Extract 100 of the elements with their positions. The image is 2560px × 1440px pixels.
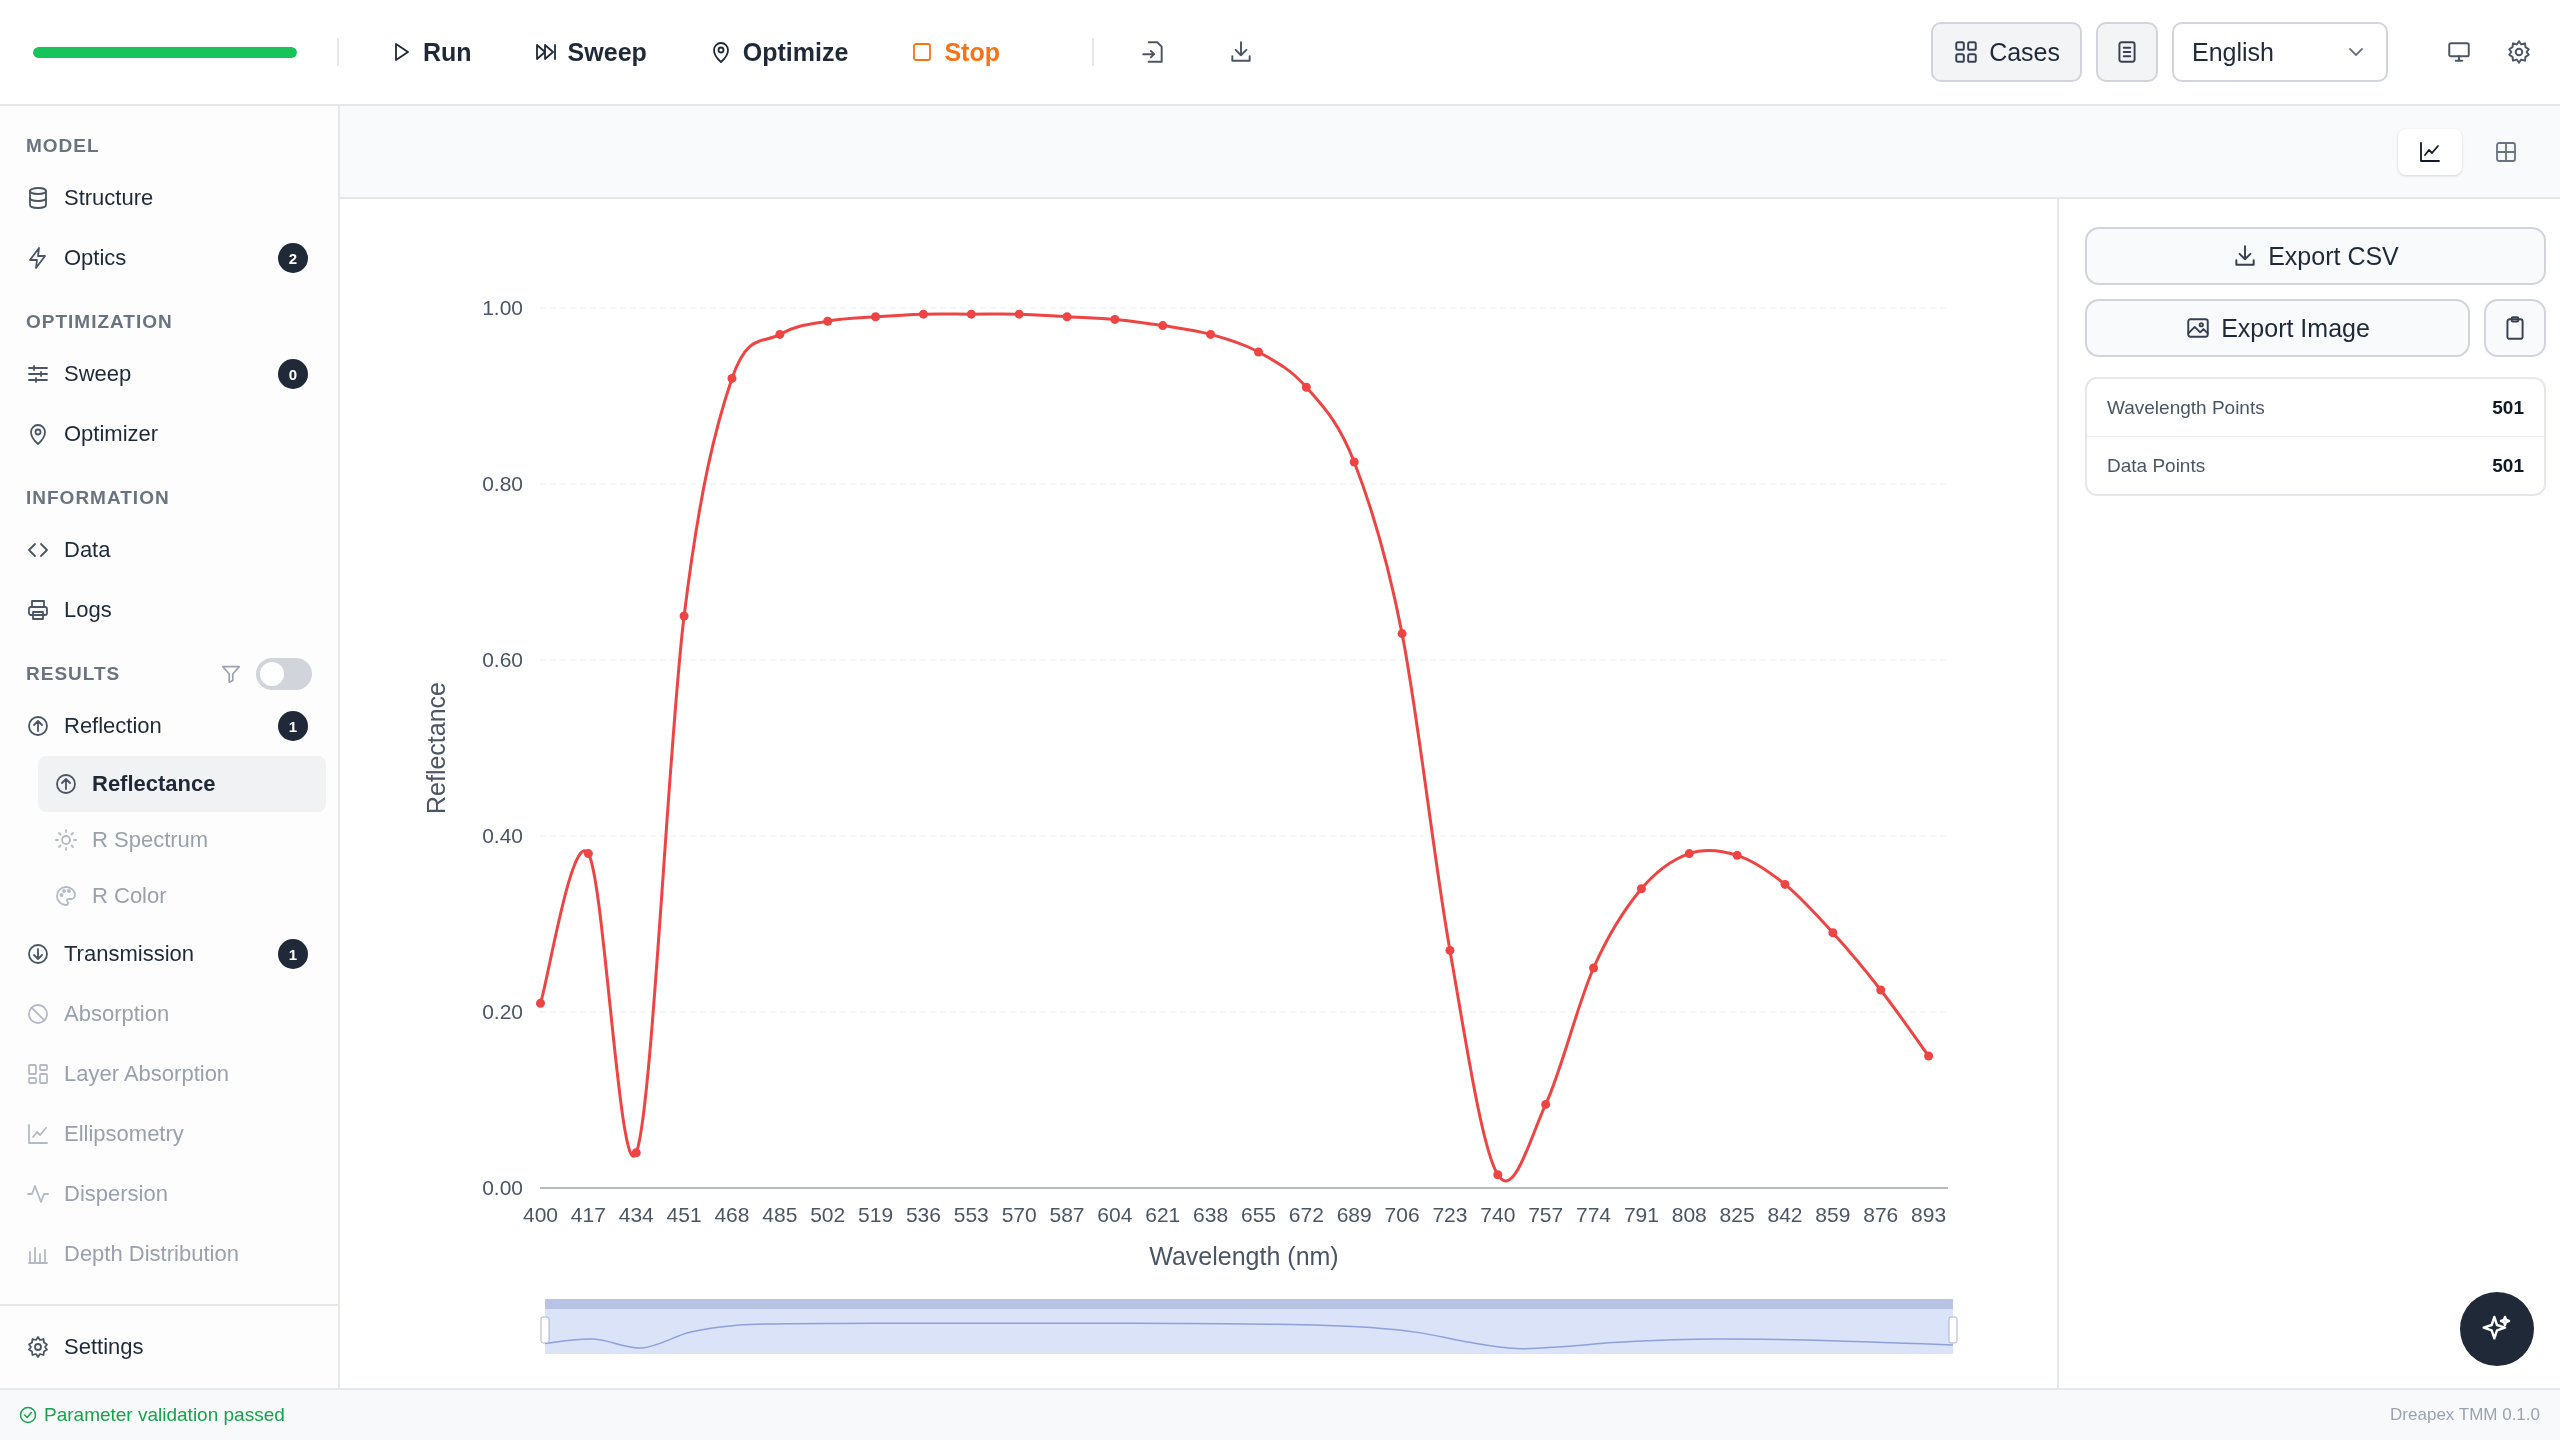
- stat-label: Data Points: [2107, 454, 2206, 477]
- data-point: [631, 1148, 641, 1158]
- data-point: [1397, 629, 1407, 639]
- axis-tick-label: 655: [1240, 1203, 1276, 1226]
- count-badge: 2: [278, 243, 308, 273]
- data-point: [1732, 850, 1742, 860]
- line-chart-icon: [2418, 139, 2442, 164]
- axis-tick-label: 757: [1528, 1203, 1564, 1226]
- axis-tick-label: 825: [1719, 1203, 1755, 1226]
- data-point: [727, 373, 737, 383]
- axis-tick-label: 842: [1767, 1203, 1803, 1226]
- axis-tick-label: 0.60: [482, 648, 523, 671]
- sidebar-item[interactable]: Structure: [0, 168, 338, 228]
- axis-tick-label: 400: [523, 1203, 558, 1226]
- check-circle-icon: [18, 1405, 38, 1425]
- run-button[interactable]: Run: [379, 29, 482, 75]
- axis-tick-label: 0.40: [482, 824, 523, 847]
- cases-button[interactable]: Cases: [1931, 22, 2082, 82]
- axis-tick-label: 808: [1671, 1203, 1707, 1226]
- sidebar-item[interactable]: Optimizer: [0, 404, 338, 464]
- axis-tick-label: 417: [570, 1203, 606, 1226]
- axis-tick-label: 519: [858, 1203, 894, 1226]
- sidebar-item[interactable]: Sweep 0: [0, 344, 338, 404]
- data-point: [1493, 1170, 1503, 1180]
- axis-title: Wavelength (nm): [1149, 1242, 1339, 1270]
- sliders-icon: [26, 362, 50, 386]
- stat-value: 501: [2492, 396, 2524, 419]
- data-point: [1924, 1051, 1934, 1061]
- count-badge: 0: [278, 359, 308, 389]
- axis-tick-label: 451: [666, 1203, 702, 1226]
- printer-icon: [26, 598, 50, 622]
- clipboard-button[interactable]: [2484, 299, 2546, 357]
- axis-tick-label: 723: [1432, 1203, 1468, 1226]
- status-message: Parameter validation passed: [44, 1404, 285, 1426]
- settings-icon: [2506, 39, 2532, 65]
- axis-tick-label: 859: [1815, 1203, 1851, 1226]
- chart-view-button[interactable]: [2398, 128, 2462, 175]
- axis-tick-label: 1.00: [482, 296, 523, 319]
- section-title: OPTIMIZATION: [26, 311, 173, 333]
- axis-tick-label: 553: [953, 1203, 989, 1226]
- arrow-down-circle-icon: [26, 942, 50, 966]
- axis-tick-label: 621: [1145, 1203, 1181, 1226]
- data-point: [1301, 382, 1311, 392]
- data-point: [1828, 928, 1838, 938]
- axis-tick-label: 485: [762, 1203, 798, 1226]
- data-point: [871, 312, 881, 322]
- data-point: [966, 309, 976, 319]
- data-point: [918, 309, 928, 319]
- data-point: [1062, 312, 1072, 322]
- export-image-button[interactable]: Export Image: [2085, 299, 2470, 357]
- axis-tick-label: 468: [714, 1203, 750, 1226]
- monitor-icon: [2446, 39, 2472, 65]
- data-point: [1445, 945, 1455, 955]
- arrow-up-circle-icon: [26, 714, 50, 738]
- axis-tick-label: 740: [1480, 1203, 1516, 1226]
- data-point: [1254, 347, 1263, 357]
- sidebar-item[interactable]: Optics 2: [0, 228, 338, 288]
- sidebar-item[interactable]: Logs: [0, 580, 338, 640]
- image-icon: [2185, 315, 2212, 341]
- export-csv-button[interactable]: Export CSV: [2085, 227, 2546, 285]
- grid-icon: [1953, 39, 1980, 65]
- sweep-button[interactable]: Sweep: [523, 29, 657, 75]
- arrow-up-circle-icon: [54, 772, 78, 796]
- axis-tick-label: 434: [618, 1203, 654, 1226]
- count-badge: 1: [278, 939, 308, 969]
- language-select[interactable]: English: [2172, 22, 2388, 82]
- data-point: [1349, 457, 1359, 467]
- sidebar-item[interactable]: Reflection 1: [0, 696, 338, 756]
- data-point: [679, 611, 689, 621]
- axis-tick-label: 893: [1911, 1203, 1947, 1226]
- axis-tick-label: 791: [1623, 1203, 1659, 1226]
- sidebar-item[interactable]: Reflectance: [38, 756, 326, 812]
- pulse-icon: [26, 1182, 50, 1206]
- axis-tick-label: 570: [1001, 1203, 1037, 1226]
- axis-tick-label: 876: [1863, 1203, 1899, 1226]
- data-point: [1110, 314, 1120, 324]
- range-slider[interactable]: [540, 1299, 1958, 1354]
- section-title: INFORMATION: [26, 487, 170, 509]
- data-point: [1589, 963, 1599, 973]
- sidebar-item[interactable]: Data: [0, 520, 338, 580]
- axis-tick-label: 502: [810, 1203, 846, 1226]
- import-icon: [1139, 39, 1166, 65]
- axis-tick-label: 604: [1097, 1203, 1133, 1226]
- optimize-button[interactable]: Optimize: [698, 29, 859, 75]
- data-point: [583, 849, 593, 859]
- document-button[interactable]: [2096, 22, 2158, 82]
- stat-value: 501: [2492, 454, 2524, 477]
- axis-tick-label: 774: [1576, 1203, 1612, 1226]
- data-point: [775, 329, 785, 339]
- data-point: [1876, 985, 1886, 995]
- data-point: [1014, 309, 1024, 319]
- sun-icon: [54, 828, 78, 852]
- axis-tick-label: 0.00: [482, 1176, 523, 1199]
- sidebar-item[interactable]: Transmission 1: [0, 924, 338, 984]
- data-point: [1780, 879, 1790, 889]
- section-title: RESULTS: [26, 663, 121, 685]
- toggle-switch[interactable]: [256, 658, 312, 690]
- data-point: [823, 316, 833, 326]
- ban-icon: [26, 1002, 50, 1026]
- line-chart-icon: [26, 1122, 50, 1146]
